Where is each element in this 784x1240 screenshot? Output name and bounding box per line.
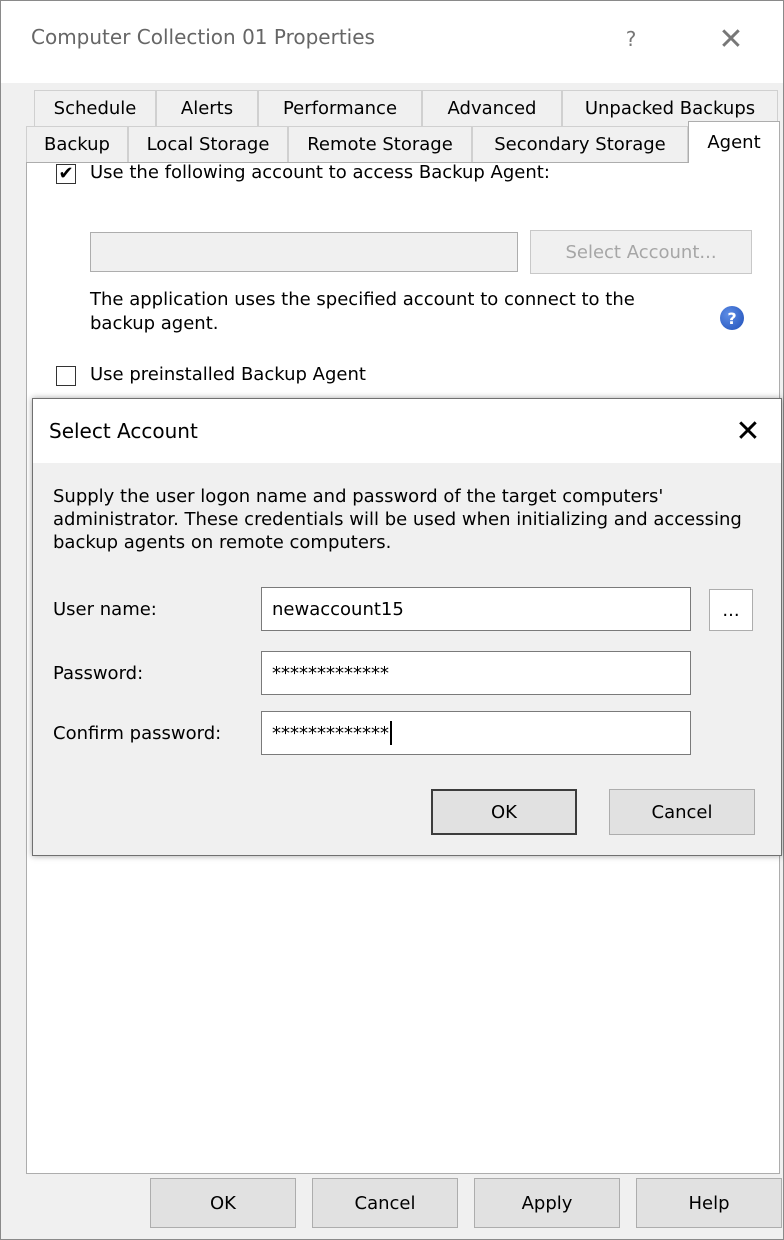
tab-agent[interactable]: Agent: [688, 121, 780, 163]
dialog-titlebar: Select Account ✕: [33, 399, 781, 463]
use-account-checkbox[interactable]: ✔: [56, 164, 76, 184]
apply-button[interactable]: Apply: [474, 1178, 620, 1228]
dialog-title: Select Account: [49, 419, 198, 443]
tab-advanced[interactable]: Advanced: [422, 90, 562, 126]
close-icon[interactable]: ✕: [701, 15, 761, 63]
window-titlebar: Computer Collection 01 Properties ? ✕: [1, 1, 783, 83]
help-button[interactable]: ?: [609, 17, 653, 61]
cancel-button[interactable]: Cancel: [312, 1178, 458, 1228]
window-title: Computer Collection 01 Properties: [31, 25, 375, 49]
text-cursor: [390, 721, 392, 745]
confirm-password-input[interactable]: *************: [261, 711, 691, 755]
dialog-close-icon[interactable]: ✕: [723, 409, 773, 453]
account-info-text: The application uses the specified accou…: [90, 289, 635, 334]
use-preinstalled-checkbox[interactable]: [56, 366, 76, 386]
use-preinstalled-label: Use preinstalled Backup Agent: [90, 364, 366, 385]
account-field: [90, 232, 518, 272]
tab-backup[interactable]: Backup: [26, 126, 128, 162]
user-name-label: User name:: [53, 599, 157, 620]
use-account-label: Use the following account to access Back…: [90, 162, 550, 183]
dialog-ok-button[interactable]: OK: [431, 789, 577, 835]
password-label: Password:: [53, 663, 144, 684]
tab-alerts[interactable]: Alerts: [156, 90, 258, 126]
browse-users-button[interactable]: ...: [709, 589, 753, 631]
tab-performance[interactable]: Performance: [258, 90, 422, 126]
checkmark-icon: ✔: [58, 163, 74, 184]
select-account-button: Select Account...: [530, 230, 752, 274]
dialog-description: Supply the user logon name and password …: [53, 486, 742, 553]
tab-schedule[interactable]: Schedule: [34, 90, 156, 126]
ok-button[interactable]: OK: [150, 1178, 296, 1228]
help-icon[interactable]: ?: [720, 306, 744, 330]
tab-local-storage[interactable]: Local Storage: [128, 126, 288, 162]
confirm-password-label: Confirm password:: [53, 723, 222, 744]
tab-remote-storage[interactable]: Remote Storage: [288, 126, 472, 162]
confirm-password-value: *************: [272, 722, 389, 744]
help-button-bottom[interactable]: Help: [636, 1178, 782, 1228]
user-name-input[interactable]: newaccount15: [261, 587, 691, 631]
password-input[interactable]: *************: [261, 651, 691, 695]
dialog-cancel-button[interactable]: Cancel: [609, 789, 755, 835]
tab-secondary-storage[interactable]: Secondary Storage: [472, 126, 688, 162]
select-account-dialog: Select Account ✕ Supply the user logon n…: [32, 398, 782, 856]
